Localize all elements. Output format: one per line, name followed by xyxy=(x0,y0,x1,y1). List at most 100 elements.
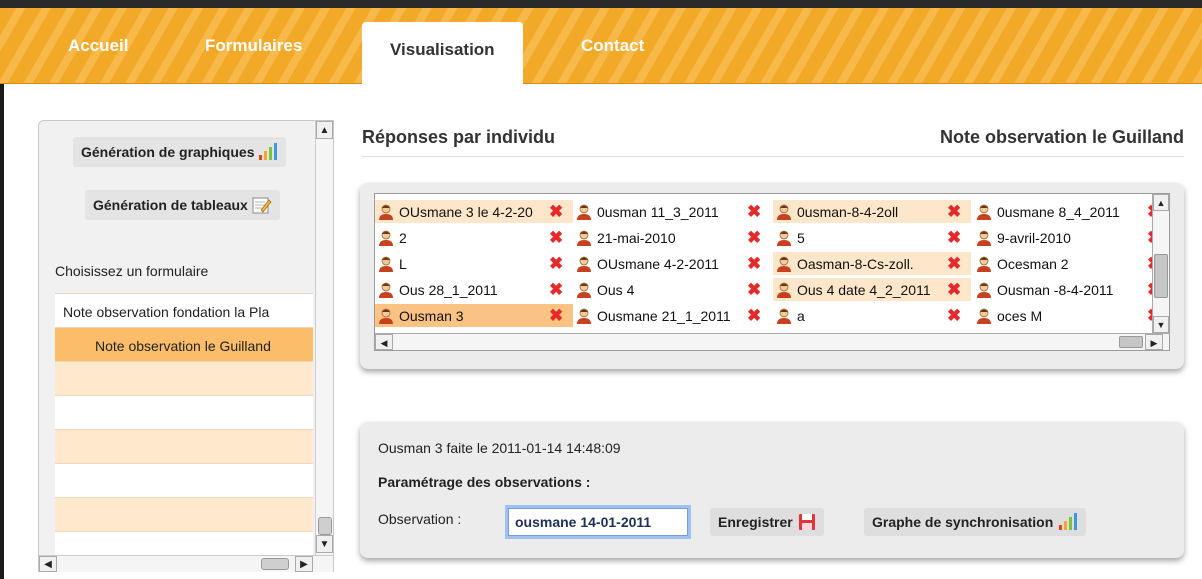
scroll-down-arrow-icon[interactable]: ▼ xyxy=(316,535,333,553)
delete-icon[interactable]: ✖ xyxy=(947,200,961,223)
sidebar-vertical-scrollbar[interactable]: ▲ ▼ xyxy=(315,121,333,557)
individual-cell[interactable]: 21-mai-2010 ✖ xyxy=(573,226,771,249)
individual-label: 0usman 11_3_2011 xyxy=(597,203,719,220)
form-list: Note observation fondation la Pla Note o… xyxy=(55,293,313,555)
user-icon xyxy=(775,307,793,325)
tab-accueil[interactable]: Accueil xyxy=(68,36,128,56)
individual-cell[interactable]: Ousman -8-4-2011✖ xyxy=(973,278,1153,301)
individual-cell[interactable]: 2 ✖ xyxy=(375,226,573,249)
sync-graph-button[interactable]: Graphe de synchronisation xyxy=(864,508,1087,536)
grid-horizontal-scrollbar[interactable]: ◀ ▶ xyxy=(375,333,1169,350)
tab-contact[interactable]: Contact xyxy=(581,36,644,56)
page-title: Réponses par individu xyxy=(362,127,556,147)
generate-tables-label: Génération de tableaux xyxy=(93,197,248,213)
form-list-empty-row xyxy=(55,497,313,531)
user-icon xyxy=(775,255,793,273)
individual-cell[interactable]: Ous 28_1_2011 ✖ xyxy=(375,278,573,301)
delete-icon[interactable]: ✖ xyxy=(549,278,563,301)
user-icon xyxy=(975,307,993,325)
left-border xyxy=(0,84,4,579)
delete-icon[interactable]: ✖ xyxy=(549,252,563,275)
individual-label: Ous 28_1_2011 xyxy=(399,281,498,298)
scroll-thumb[interactable] xyxy=(1119,336,1143,348)
delete-icon[interactable]: ✖ xyxy=(549,226,563,249)
form-item-guilland[interactable]: Note observation le Guilland xyxy=(55,327,313,361)
scroll-left-arrow-icon[interactable]: ◀ xyxy=(375,334,393,350)
delete-icon[interactable]: ✖ xyxy=(747,200,761,223)
individual-cell[interactable]: 5 ✖ xyxy=(773,226,971,249)
user-icon xyxy=(975,203,993,221)
sidebar-panel: Génération de graphiques Génération de t… xyxy=(38,120,334,572)
edit-table-icon xyxy=(252,197,272,214)
individual-cell[interactable]: OUsmane 3 le 4-2-20 ✖ xyxy=(375,200,573,223)
individual-cell[interactable]: 0usmane 8_4_2011✖ xyxy=(973,200,1153,223)
delete-icon[interactable]: ✖ xyxy=(549,304,563,327)
settings-heading: Paramétrage des observations : xyxy=(378,474,591,490)
individual-cell[interactable]: Ocesman 2✖ xyxy=(973,252,1153,275)
scroll-thumb[interactable] xyxy=(1154,254,1168,298)
individual-label: Oasman-8-Cs-zoll. xyxy=(797,255,914,272)
delete-icon[interactable]: ✖ xyxy=(747,252,761,275)
user-icon xyxy=(775,229,793,247)
individual-label: 0usman-8-4-2oll xyxy=(797,203,899,220)
scroll-right-arrow-icon[interactable]: ▶ xyxy=(295,556,313,572)
delete-icon[interactable]: ✖ xyxy=(747,226,761,249)
user-icon xyxy=(575,307,593,325)
individual-cell[interactable]: Ousmane 21_1_2011 ✖ xyxy=(573,304,771,327)
observation-input[interactable] xyxy=(508,508,688,536)
individual-cell[interactable]: Oasman-8-Cs-zoll. ✖ xyxy=(773,252,971,275)
user-icon xyxy=(377,229,395,247)
delete-icon[interactable]: ✖ xyxy=(549,200,563,223)
individual-label: 0usmane 8_4_2011 xyxy=(997,203,1120,220)
individual-cell[interactable]: 0usman 11_3_2011 ✖ xyxy=(573,200,771,223)
individual-cell[interactable]: L ✖ xyxy=(375,252,573,275)
individual-label: Ous 4 xyxy=(597,281,635,298)
sync-graph-button-label: Graphe de synchronisation xyxy=(872,514,1054,530)
individual-cell[interactable]: a ✖ xyxy=(773,304,971,327)
scroll-up-arrow-icon[interactable]: ▲ xyxy=(1153,194,1169,211)
save-button[interactable]: Enregistrer xyxy=(710,508,824,536)
grid-vertical-scrollbar[interactable]: ▲ ▼ xyxy=(1152,194,1169,334)
scroll-thumb[interactable] xyxy=(318,517,332,535)
individual-cell[interactable]: 9-avril-2010✖ xyxy=(973,226,1153,249)
individual-label: a xyxy=(797,307,805,324)
individual-cell[interactable]: Ous 4 date 4_2_2011 ✖ xyxy=(773,278,971,301)
window-top-edge xyxy=(0,0,1202,8)
selected-form-title: Note observation le Guilland xyxy=(939,127,1184,147)
scroll-right-arrow-icon[interactable]: ▶ xyxy=(1145,334,1163,350)
delete-icon[interactable]: ✖ xyxy=(947,252,961,275)
delete-icon[interactable]: ✖ xyxy=(747,304,761,327)
individuals-grid-frame: OUsmane 3 le 4-2-20 ✖ 0usman 11_3_2011 ✖ 0us… xyxy=(374,193,1170,351)
individual-label: Ousman -8-4-2011 xyxy=(997,281,1114,298)
sidebar-horizontal-scrollbar[interactable]: ◀ ▶ xyxy=(39,555,333,572)
individual-cell[interactable]: Ous 4 ✖ xyxy=(573,278,771,301)
scroll-left-arrow-icon[interactable]: ◀ xyxy=(39,556,57,572)
delete-icon[interactable]: ✖ xyxy=(947,278,961,301)
observation-detail-panel: Ousman 3 faite le 2011-01-14 14:48:09 Pa… xyxy=(360,422,1184,558)
form-item-fondation[interactable]: Note observation fondation la Pla xyxy=(55,293,313,327)
user-icon xyxy=(975,229,993,247)
user-icon xyxy=(575,203,593,221)
generate-tables-button[interactable]: Génération de tableaux xyxy=(85,190,280,220)
generate-charts-button[interactable]: Génération de graphiques xyxy=(73,137,287,167)
tab-formulaires[interactable]: Formulaires xyxy=(205,36,302,56)
scroll-up-arrow-icon[interactable]: ▲ xyxy=(316,121,333,139)
user-icon xyxy=(377,203,395,221)
scroll-thumb[interactable] xyxy=(261,558,289,570)
form-list-empty-row xyxy=(55,429,313,463)
individual-label: 21-mai-2010 xyxy=(597,229,676,246)
form-list-empty-row xyxy=(55,531,313,555)
user-icon xyxy=(775,203,793,221)
delete-icon[interactable]: ✖ xyxy=(947,304,961,327)
individual-cell[interactable]: oces M✖ xyxy=(973,304,1153,327)
individual-cell[interactable]: Ousman 3 ✖ xyxy=(375,304,573,327)
delete-icon[interactable]: ✖ xyxy=(747,278,761,301)
response-summary: Ousman 3 faite le 2011-01-14 14:48:09 xyxy=(378,440,621,456)
delete-icon[interactable]: ✖ xyxy=(947,226,961,249)
scroll-down-arrow-icon[interactable]: ▼ xyxy=(1153,316,1169,333)
individual-cell[interactable]: OUsmane 4-2-2011 ✖ xyxy=(573,252,771,275)
save-button-label: Enregistrer xyxy=(718,514,793,530)
user-icon xyxy=(377,255,395,273)
individual-cell[interactable]: 0usman-8-4-2oll ✖ xyxy=(773,200,971,223)
tab-visualisation[interactable]: Visualisation xyxy=(362,22,523,84)
